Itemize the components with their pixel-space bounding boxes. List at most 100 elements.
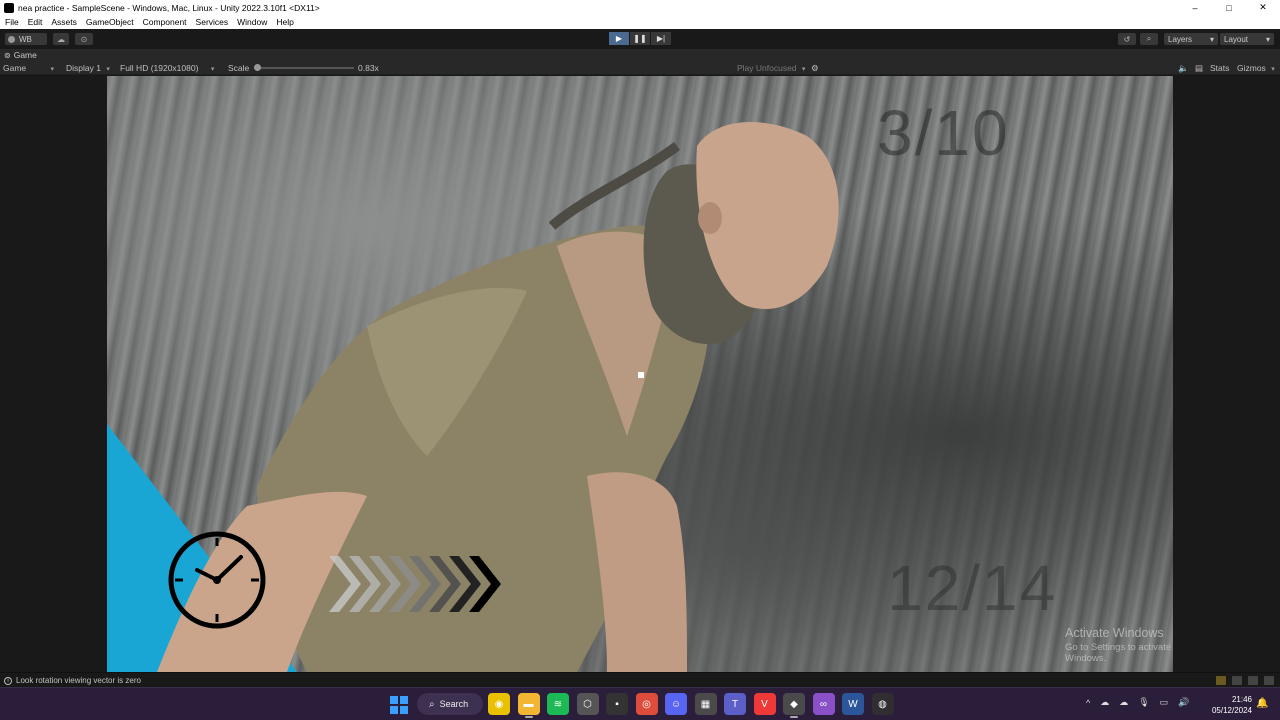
system-tray: ^ ☁ ☁ 🎙 ▭ 🔊: [1086, 697, 1199, 708]
console-message[interactable]: i Look rotation viewing vector is zero: [4, 676, 141, 685]
gear-icon[interactable]: ⚙: [811, 63, 819, 74]
search-icon[interactable]: ⌕: [1140, 33, 1158, 45]
vivaldi-icon[interactable]: V: [753, 693, 776, 715]
activate-subtitle: Go to Settings to activate Windows.: [1065, 642, 1172, 664]
main-toolbar: WB ☁ ⊙ ▶ ❚❚ ▶| ↺ ⌕ Layers ▾ Layout ▾: [0, 29, 1280, 49]
window-title: nea practice - SampleScene - Windows, Ma…: [18, 2, 320, 13]
chevron-down-icon: ▾: [106, 66, 110, 73]
show-hidden-icons-icon[interactable]: ^: [1086, 698, 1090, 708]
visual-studio-icon[interactable]: ∞: [812, 693, 835, 715]
obs-icon[interactable]: ◍: [871, 693, 894, 715]
game-viewport[interactable]: 3/10 12/14 Activate Windows Go to Settin…: [107, 76, 1173, 672]
hud-counter-top: 3/10: [877, 97, 1010, 169]
search-icon: ⌕: [429, 698, 435, 710]
pause-button[interactable]: ❚❚: [630, 32, 650, 45]
play-button[interactable]: ▶: [609, 32, 629, 45]
close-button[interactable]: ✕: [1246, 0, 1280, 15]
toolbar-right: ↺ ⌕ Layers ▾ Layout ▾: [1118, 33, 1274, 45]
game-mode-dropdown[interactable]: Game ▾: [3, 63, 54, 73]
word-icon[interactable]: W: [842, 693, 864, 715]
collab-icon[interactable]: ⊙: [75, 33, 93, 45]
window-controls: – □ ✕: [1178, 0, 1280, 15]
clock-date: 05/12/2024: [1211, 706, 1252, 715]
file-explorer-icon[interactable]: ▬: [517, 693, 540, 718]
menu-assets[interactable]: Assets: [51, 17, 77, 27]
display-label: Display 1: [66, 63, 101, 73]
layers-label: Layers: [1168, 34, 1193, 44]
tab-game[interactable]: ⊚ Game: [4, 50, 37, 60]
unity-logo-icon: [4, 2, 14, 13]
activate-title: Activate Windows: [1065, 626, 1164, 640]
clock-time: 21:46: [1231, 695, 1252, 704]
menu-help[interactable]: Help: [276, 17, 293, 27]
stats-icon[interactable]: ▤: [1195, 63, 1203, 74]
chevron-down-icon: ▾: [801, 66, 806, 73]
unity-editor-icon[interactable]: ◆: [783, 693, 805, 718]
package-icon[interactable]: [1232, 676, 1242, 685]
chrome-icon[interactable]: ◎: [635, 693, 658, 715]
menu-file[interactable]: File: [5, 17, 19, 27]
scale-value: 0.83x: [358, 63, 379, 73]
playback-controls: ▶ ❚❚ ▶|: [609, 32, 672, 45]
onedrive-icon[interactable]: ☁: [1100, 697, 1109, 708]
discord-icon[interactable]: ☺: [665, 693, 687, 715]
menu-window[interactable]: Window: [237, 17, 267, 27]
calculator-icon[interactable]: ▦: [694, 693, 717, 715]
gamepad-icon: ⊚: [4, 50, 11, 60]
character-arm-right: [587, 472, 687, 672]
layers-icon[interactable]: [1248, 676, 1258, 685]
layers-dropdown[interactable]: Layers ▾: [1164, 33, 1218, 45]
windows-activation-watermark: Activate Windows Go to Settings to activ…: [1065, 626, 1173, 664]
notes-icon[interactable]: ◉: [488, 693, 510, 715]
stats-button[interactable]: Stats: [1210, 63, 1229, 73]
resolution-dropdown[interactable]: Full HD (1920x1080) ▾: [120, 63, 214, 73]
taskbar-apps: ◉ ▬ ≋ ⬡ ▪ ◎ ☺ ▦ T V ◆ ∞ W ◍: [488, 693, 901, 718]
audio-mute-icon[interactable]: 🔈: [1178, 63, 1189, 74]
menu-gameobject[interactable]: GameObject: [86, 17, 134, 27]
terminal-icon[interactable]: ▪: [606, 693, 628, 715]
spotify-icon[interactable]: ≋: [547, 693, 569, 715]
menu-bar: File Edit Assets GameObject Component Se…: [0, 15, 1280, 29]
windows-start-icon[interactable]: [390, 696, 408, 714]
volume-icon[interactable]: 🔊: [1178, 697, 1189, 708]
menu-component[interactable]: Component: [143, 17, 187, 27]
scale-slider-handle[interactable]: [254, 64, 261, 71]
game-tab-strip: ⊚ Game: [0, 49, 1280, 61]
gizmos-dropdown[interactable]: Gizmos ▾: [1237, 63, 1275, 73]
history-icon[interactable]: ↺: [1118, 33, 1136, 45]
taskbar-clock[interactable]: 21:46 05/12/2024: [1206, 694, 1252, 716]
display-dropdown[interactable]: Display 1 ▾: [66, 63, 110, 73]
scale-slider-track[interactable]: [254, 67, 354, 69]
taskbar-search[interactable]: ⌕ Search: [417, 693, 483, 715]
unity-hub-icon[interactable]: ⬡: [576, 693, 599, 715]
maximize-button[interactable]: □: [1212, 0, 1246, 15]
account-avatar-icon: [8, 35, 15, 43]
layout-label: Layout: [1224, 34, 1249, 44]
layout-dropdown[interactable]: Layout ▾: [1220, 33, 1274, 45]
tab-game-label: Game: [13, 50, 37, 60]
status-bar: i Look rotation viewing vector is zero: [0, 672, 1280, 687]
cloud-icon[interactable]: ☁: [53, 33, 69, 45]
console-icon[interactable]: [1264, 676, 1274, 685]
chevron-down-icon: ▾: [50, 66, 55, 73]
play-focus-dropdown[interactable]: Play Unfocused ▾: [737, 63, 805, 73]
lighting-icon[interactable]: [1216, 676, 1226, 685]
microphone-icon[interactable]: 🎙: [1138, 697, 1149, 708]
network-icon[interactable]: ▭: [1160, 697, 1169, 708]
scale-label: Scale: [228, 63, 250, 73]
game-view-controls: Game ▾ Display 1 ▾ Full HD (1920x1080) ▾…: [0, 61, 1280, 75]
notification-bell-icon[interactable]: 🔔: [1256, 698, 1268, 709]
menu-services[interactable]: Services: [196, 17, 229, 27]
teams-icon[interactable]: T: [724, 693, 746, 715]
status-icons: [1210, 676, 1274, 685]
chevron-down-icon: ▾: [210, 66, 215, 73]
taskbar-search-label: Search: [439, 699, 469, 709]
menu-edit[interactable]: Edit: [28, 17, 43, 27]
speed-chevrons-icon: [329, 556, 501, 612]
minimize-button[interactable]: –: [1178, 0, 1212, 15]
info-icon: i: [4, 676, 12, 685]
cloud-sync-icon[interactable]: ☁: [1119, 697, 1128, 708]
account-dropdown[interactable]: WB: [5, 33, 47, 45]
account-label: WB: [19, 34, 32, 44]
step-button[interactable]: ▶|: [651, 32, 671, 45]
